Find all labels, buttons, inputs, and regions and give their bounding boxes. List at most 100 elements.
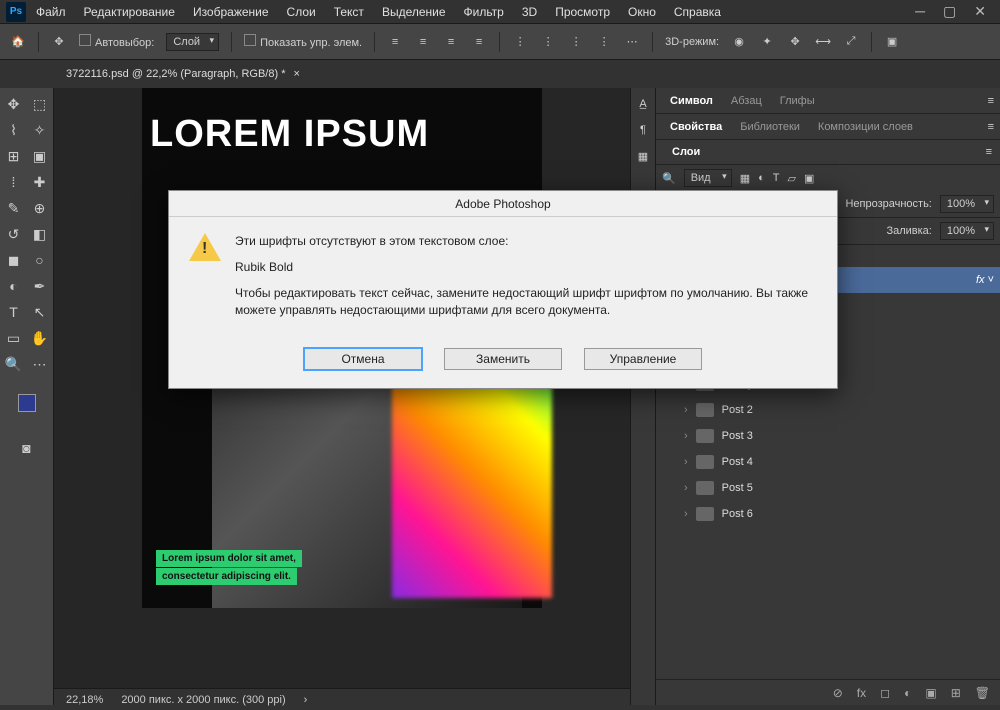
menu-view[interactable]: Просмотр [547, 2, 618, 22]
menu-image[interactable]: Изображение [185, 2, 277, 22]
new-layer-icon[interactable]: ⊞ [951, 686, 961, 700]
move-tool-icon[interactable]: ✥ [2, 92, 26, 116]
layer-filter-dropdown[interactable]: Вид [684, 169, 732, 187]
filter-pixel-icon[interactable]: ▦ [740, 172, 750, 185]
distribute-icon[interactable]: ⋮ [596, 34, 612, 50]
distribute-icon[interactable]: ⋮ [568, 34, 584, 50]
home-icon[interactable]: 🏠 [10, 34, 26, 50]
filter-adjust-icon[interactable]: ◐ [758, 172, 765, 184]
layer-row[interactable]: ›Post 6 [656, 501, 1000, 527]
stamp-tool-icon[interactable]: ⊕ [28, 196, 52, 220]
filter-type-icon[interactable]: T [773, 172, 780, 184]
menu-filter[interactable]: Фильтр [456, 2, 512, 22]
autoselect-check[interactable]: Автовыбор: [79, 34, 154, 49]
chevron-right-icon[interactable]: › [684, 404, 688, 416]
hand-tool-icon[interactable]: ✋ [28, 326, 52, 350]
layer-fx-icon[interactable]: fx [857, 686, 866, 700]
zoom-level[interactable]: 22,18% [66, 694, 103, 706]
brush-tool-icon[interactable]: ✎ [2, 196, 26, 220]
zoom-tool-icon[interactable]: 🔍 [2, 352, 26, 376]
manage-button[interactable]: Управление [584, 348, 702, 370]
layer-dropdown[interactable]: Слой [166, 33, 219, 51]
align-icon[interactable]: ≡ [415, 34, 431, 50]
minimize-icon[interactable]: ─ [915, 3, 925, 20]
char-panel-icon[interactable]: A̲ [639, 98, 646, 110]
distribute-icon[interactable]: ⋮ [540, 34, 556, 50]
frame-tool-icon[interactable]: ▣ [28, 144, 52, 168]
replace-button[interactable]: Заменить [444, 348, 562, 370]
pan-icon[interactable]: ✦ [759, 34, 775, 50]
close-icon[interactable]: ✕ [974, 3, 986, 20]
opacity-field[interactable]: 100% [940, 195, 994, 213]
wand-tool-icon[interactable]: ✧ [28, 118, 52, 142]
dodge-tool-icon[interactable]: ◐ [2, 274, 26, 298]
new-group-icon[interactable]: ▣ [925, 686, 936, 700]
fill-field[interactable]: 100% [940, 222, 994, 240]
foreground-swatch[interactable] [18, 394, 36, 412]
eyedropper-tool-icon[interactable]: ⁞ [2, 170, 26, 194]
tab-paragraph[interactable]: Абзац [723, 91, 770, 111]
crop-tool-icon[interactable]: ⊞ [2, 144, 26, 168]
panel-menu-icon[interactable]: ≡ [986, 146, 992, 158]
canvas-area[interactable]: LOREM IPSUM Lorem ipsum dolor sit amet, … [54, 88, 630, 705]
layer-mask-icon[interactable]: ◻ [880, 686, 890, 700]
more-tool-icon[interactable]: ⋯ [28, 352, 52, 376]
lasso-tool-icon[interactable]: ⌇ [2, 118, 26, 142]
document-tab[interactable]: 3722116.psd @ 22,2% (Paragraph, RGB/8) *… [54, 60, 312, 88]
chevron-right-icon[interactable]: › [684, 508, 688, 520]
shape-tool-icon[interactable]: ▭ [2, 326, 26, 350]
panel-menu-icon[interactable]: ≡ [988, 121, 994, 133]
align-icon[interactable]: ≡ [387, 34, 403, 50]
scale-icon[interactable]: ⤢ [843, 34, 859, 50]
menu-3d[interactable]: 3D [514, 2, 545, 22]
show-controls-check[interactable]: Показать упр. элем. [244, 34, 362, 49]
fx-badge[interactable]: fx ˅ [976, 274, 994, 286]
align-icon[interactable]: ≡ [471, 34, 487, 50]
dolly-icon[interactable]: ✥ [787, 34, 803, 50]
tab-symbol[interactable]: Символ [662, 91, 721, 111]
align-icon[interactable]: ≡ [443, 34, 459, 50]
filter-smart-icon[interactable]: ▣ [804, 172, 814, 185]
menu-edit[interactable]: Редактирование [76, 2, 183, 22]
chevron-right-icon[interactable]: › [684, 430, 688, 442]
chevron-right-icon[interactable]: › [684, 456, 688, 468]
panel-menu-icon[interactable]: ≡ [988, 95, 994, 107]
tab-layers[interactable]: Слои [664, 142, 708, 162]
slide-icon[interactable]: ⟷ [815, 34, 831, 50]
blur-tool-icon[interactable]: ○ [28, 248, 52, 272]
chevron-right-icon[interactable]: › [304, 694, 308, 706]
gradient-tool-icon[interactable]: ◼ [2, 248, 26, 272]
marquee-tool-icon[interactable]: ⬚ [28, 92, 52, 116]
adjustment-icon[interactable]: ◐ [904, 686, 911, 700]
menu-file[interactable]: Файл [28, 2, 74, 22]
menu-help[interactable]: Справка [666, 2, 729, 22]
distribute-icon[interactable]: ⋮ [512, 34, 528, 50]
layer-row[interactable]: ›Post 4 [656, 449, 1000, 475]
background-swatch[interactable] [27, 403, 45, 421]
chevron-right-icon[interactable]: › [684, 482, 688, 494]
pen-tool-icon[interactable]: ✒ [28, 274, 52, 298]
quickmask-icon[interactable]: ◙ [15, 436, 39, 460]
orbit-icon[interactable]: ◉ [731, 34, 747, 50]
move-tool-icon[interactable]: ✥ [51, 34, 67, 50]
para-panel-icon[interactable]: ¶ [640, 124, 646, 136]
tab-properties[interactable]: Свойства [662, 117, 730, 137]
filter-shape-icon[interactable]: ▱ [788, 172, 796, 185]
tab-libraries[interactable]: Библиотеки [732, 117, 808, 137]
layer-row[interactable]: ›Post 5 [656, 475, 1000, 501]
more-icon[interactable]: ⋯ [624, 34, 640, 50]
heal-tool-icon[interactable]: ✚ [28, 170, 52, 194]
doc-info[interactable]: 2000 пикс. x 2000 пикс. (300 ppi) [121, 694, 285, 706]
menu-layers[interactable]: Слои [279, 2, 324, 22]
tab-glyphs[interactable]: Глифы [772, 91, 823, 111]
maximize-icon[interactable]: ▢ [943, 3, 956, 20]
tab-layercomps[interactable]: Композиции слоев [810, 117, 921, 137]
type-tool-icon[interactable]: T [2, 300, 26, 324]
cancel-button[interactable]: Отмена [304, 348, 422, 370]
history-brush-icon[interactable]: ↺ [2, 222, 26, 246]
eraser-tool-icon[interactable]: ◧ [28, 222, 52, 246]
swatches-panel-icon[interactable]: ▦ [638, 150, 648, 163]
layer-row[interactable]: ›Post 2 [656, 397, 1000, 423]
path-tool-icon[interactable]: ↖ [28, 300, 52, 324]
frame-icon[interactable]: ▣ [884, 34, 900, 50]
